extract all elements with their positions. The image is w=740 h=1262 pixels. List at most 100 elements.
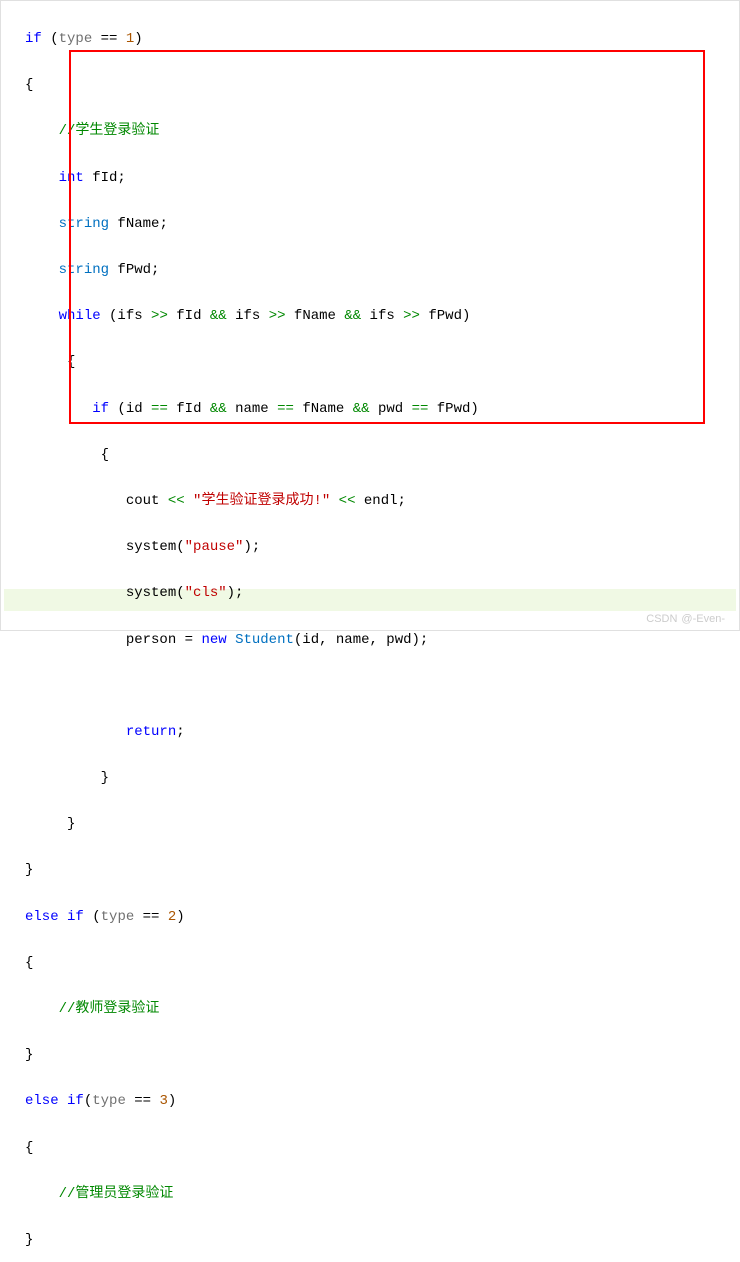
code-line: else if(type == 3)	[25, 1090, 739, 1113]
code-line: cout << "学生验证登录成功!" << endl;	[25, 490, 739, 513]
code-line: {	[25, 351, 739, 374]
brace: }	[25, 1232, 33, 1248]
code-line: system("pause");	[25, 536, 739, 559]
op: ==	[151, 401, 168, 417]
punct: );	[227, 585, 244, 601]
code-line: string fName;	[25, 213, 739, 236]
ident: fName	[286, 308, 345, 324]
keyword-int: int	[59, 170, 84, 186]
ident: fPwd)	[420, 308, 470, 324]
space	[59, 1093, 67, 1109]
punct: (ifs	[101, 308, 151, 324]
op: ==	[92, 31, 126, 47]
code-line: string fPwd;	[25, 259, 739, 282]
keyword-while: while	[59, 308, 101, 324]
code-line: return;	[25, 721, 739, 744]
code-line: while (ifs >> fId && ifs >> fName && ifs…	[25, 305, 739, 328]
brace: {	[67, 354, 75, 370]
comment: //教师登录验证	[59, 1001, 160, 1017]
code-line: {	[25, 1137, 739, 1160]
class-name: Student	[235, 632, 294, 648]
brace: {	[25, 1140, 33, 1156]
punct: );	[243, 539, 260, 555]
ident: fPwd)	[428, 401, 478, 417]
keyword-return: return	[126, 724, 176, 740]
punct: )	[134, 31, 142, 47]
ident: system(	[126, 539, 185, 555]
brace: {	[25, 77, 33, 93]
ident: person =	[126, 632, 202, 648]
keyword-new: new	[201, 632, 226, 648]
punct: )	[176, 909, 184, 925]
ident: fId	[168, 401, 210, 417]
brace: }	[25, 1047, 33, 1063]
space	[227, 632, 235, 648]
keyword-else: else	[25, 1093, 59, 1109]
code-line: int fId;	[25, 167, 739, 190]
op: &&	[344, 308, 361, 324]
ident: pwd	[370, 401, 412, 417]
ident: type	[101, 909, 135, 925]
code-line: {	[25, 444, 739, 467]
punct: (	[84, 909, 101, 925]
code-line	[25, 675, 739, 698]
watermark-brand: CSDN	[646, 610, 677, 628]
space	[59, 909, 67, 925]
watermark-author: @-Even-	[681, 610, 725, 628]
op: <<	[339, 493, 356, 509]
number: 1	[126, 31, 134, 47]
ident: fId;	[84, 170, 126, 186]
op: &&	[353, 401, 370, 417]
op: &&	[210, 308, 227, 324]
comment: //学生登录验证	[59, 123, 160, 139]
code-line: //教师登录验证	[25, 998, 739, 1021]
code-line: }	[25, 859, 739, 882]
ident: cout	[126, 493, 168, 509]
ident: ifs	[361, 308, 403, 324]
watermark: CSDN @-Even-	[646, 610, 725, 628]
op: ==	[126, 1093, 160, 1109]
code-line: }	[25, 767, 739, 790]
type-string: string	[59, 216, 109, 232]
brace: }	[25, 862, 33, 878]
op: ==	[134, 909, 168, 925]
ident: fName;	[109, 216, 168, 232]
keyword-if: if	[25, 31, 42, 47]
ident: fName	[294, 401, 353, 417]
code-line: }	[25, 1044, 739, 1067]
string: "pause"	[185, 539, 244, 555]
keyword-if: if	[67, 1093, 84, 1109]
op: >>	[403, 308, 420, 324]
type-string: string	[59, 262, 109, 278]
ident: type	[59, 31, 93, 47]
op: ==	[412, 401, 429, 417]
code-line: //学生登录验证	[25, 120, 739, 143]
code-line: }	[25, 1229, 739, 1252]
keyword-if: if	[67, 909, 84, 925]
code-line: if (type == 1)	[25, 28, 739, 51]
brace: {	[101, 447, 109, 463]
code-line: {	[25, 74, 739, 97]
op: >>	[151, 308, 168, 324]
string: "学生验证登录成功!"	[185, 493, 339, 509]
brace: }	[67, 816, 75, 832]
op: &&	[210, 401, 227, 417]
brace: {	[25, 955, 33, 971]
punct: )	[168, 1093, 176, 1109]
keyword-if: if	[92, 401, 109, 417]
code-line: }	[25, 813, 739, 836]
ident: name	[227, 401, 277, 417]
ident: fId	[168, 308, 210, 324]
comment: //管理员登录验证	[59, 1186, 174, 1202]
punct: (	[42, 31, 59, 47]
number: 2	[168, 909, 176, 925]
punct: (id	[109, 401, 151, 417]
ident: endl;	[355, 493, 405, 509]
op: <<	[168, 493, 185, 509]
keyword-else: else	[25, 909, 59, 925]
code-line: else if (type == 2)	[25, 906, 739, 929]
code-block: if (type == 1) { //学生登录验证 int fId; strin…	[1, 1, 739, 1262]
op: ==	[277, 401, 294, 417]
args: (id, name, pwd);	[294, 632, 428, 648]
code-line: //管理员登录验证	[25, 1183, 739, 1206]
